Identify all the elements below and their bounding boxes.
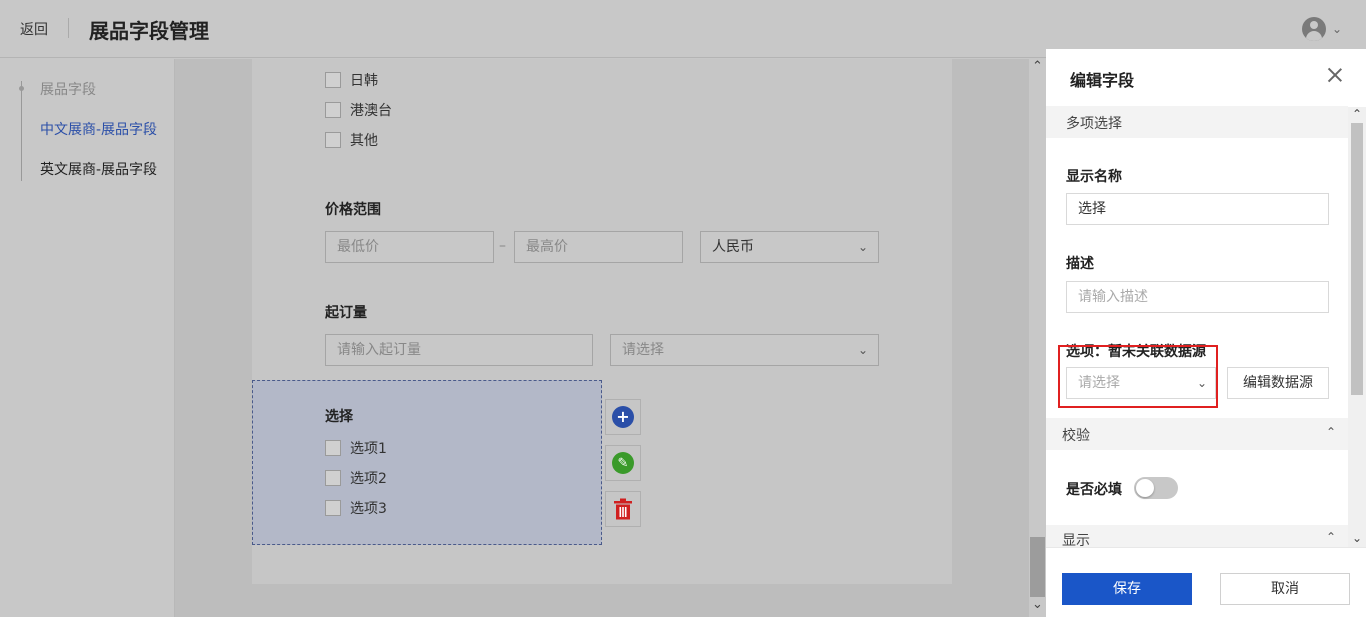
region-option[interactable]: 其他 [325,130,378,150]
field-type-section: 多项选择 [1046,106,1348,138]
moq-label: 起订量 [325,305,367,321]
chevron-down-icon[interactable]: ⌄ [1352,531,1362,545]
delete-field-button[interactable] [605,491,641,527]
selected-field-area[interactable] [252,380,602,545]
user-avatar-icon[interactable] [1302,17,1326,41]
select-field-label: 选择 [325,409,353,425]
chevron-down-icon: ⌄ [857,240,868,254]
sidebar-item-en-exhibitor-fields[interactable]: 英文展商-展品字段 [40,159,157,179]
select-option[interactable]: 选项1 [325,438,387,458]
header-divider [68,18,69,38]
cancel-button[interactable]: 取消 [1220,573,1350,605]
checkbox-label: 选项3 [350,501,387,517]
chevron-down-icon[interactable]: ⌄ [1032,597,1043,612]
display-section-header[interactable]: 显示 ⌃ [1046,525,1348,549]
currency-value: 人民币 [712,239,754,255]
drawer-scrollbar[interactable]: ⌃ ⌄ [1348,107,1366,547]
min-price-input[interactable]: 最低价 [325,231,494,263]
region-option[interactable]: 日韩 [325,70,378,90]
description-label: 描述 [1066,256,1094,272]
edit-field-drawer: 编辑字段 多项选择 显示名称 选择 描述 请输入描述 选项：暂未关联数据源 请选… [1046,49,1366,617]
add-field-button[interactable]: + [605,399,641,435]
checkbox[interactable] [325,470,341,486]
chevron-up-icon[interactable]: ⌃ [1326,425,1336,439]
sidebar: 展品字段 中文展商-展品字段 英文展商-展品字段 [0,59,175,617]
drawer-footer: 保存 取消 [1046,547,1366,617]
checkbox-label: 日韩 [350,73,378,89]
field-type-label: 多项选择 [1066,116,1122,132]
drawer-title: 编辑字段 [1070,71,1135,90]
sidebar-item-exhibit-fields[interactable]: 展品字段 [40,79,96,99]
trash-icon [614,498,632,520]
max-price-input[interactable]: 最高价 [514,231,683,263]
select-option[interactable]: 选项2 [325,468,387,488]
sidebar-tree-dot [19,86,24,91]
pencil-icon: ✎ [612,452,634,474]
range-separator: – [499,238,506,254]
checkbox[interactable] [325,500,341,516]
checkbox[interactable] [325,132,341,148]
chevron-up-icon[interactable]: ⌃ [1032,59,1043,74]
display-name-input[interactable]: 选择 [1066,193,1329,225]
plus-icon: + [612,406,634,428]
scrollbar-thumb[interactable] [1351,123,1363,395]
checkbox[interactable] [325,72,341,88]
close-icon[interactable] [1325,65,1345,85]
select-option[interactable]: 选项3 [325,498,387,518]
region-option[interactable]: 港澳台 [325,100,392,120]
moq-unit-placeholder: 请选择 [622,342,664,358]
chevron-down-icon[interactable]: ⌄ [1332,22,1342,36]
validation-section-label: 校验 [1062,428,1090,444]
edit-field-button[interactable]: ✎ [605,445,641,481]
checkbox-label: 港澳台 [350,103,392,119]
checkbox-label: 选项1 [350,441,387,457]
validation-section-header[interactable]: 校验 ⌃ [1046,418,1348,450]
moq-unit-select[interactable]: 请选择 ⌄ [610,334,879,366]
checkbox[interactable] [325,440,341,456]
price-range-label: 价格范围 [325,202,381,218]
checkbox[interactable] [325,102,341,118]
scrollbar-thumb[interactable] [1030,537,1045,597]
sidebar-item-cn-exhibitor-fields[interactable]: 中文展商-展品字段 [40,119,157,139]
sidebar-tree-line [21,81,22,181]
back-button[interactable]: 返回 [20,19,48,39]
checkbox-label: 其他 [350,133,378,149]
save-button[interactable]: 保存 [1062,573,1192,605]
chevron-down-icon: ⌄ [857,343,868,357]
required-toggle[interactable] [1134,477,1178,499]
edit-datasource-button[interactable]: 编辑数据源 [1227,367,1329,399]
currency-select[interactable]: 人民币 ⌄ [700,231,879,263]
moq-input[interactable]: 请输入起订量 [325,334,593,366]
highlight-box [1058,345,1218,408]
chevron-up-icon[interactable]: ⌃ [1326,530,1336,544]
canvas-scrollbar[interactable]: ⌃ ⌄ [1029,59,1046,617]
display-name-label: 显示名称 [1066,169,1122,185]
page-title: 展品字段管理 [89,19,209,43]
toggle-knob [1136,479,1154,497]
checkbox-label: 选项2 [350,471,387,487]
required-label: 是否必填 [1066,482,1122,498]
description-input[interactable]: 请输入描述 [1066,281,1329,313]
chevron-up-icon[interactable]: ⌃ [1352,107,1362,121]
